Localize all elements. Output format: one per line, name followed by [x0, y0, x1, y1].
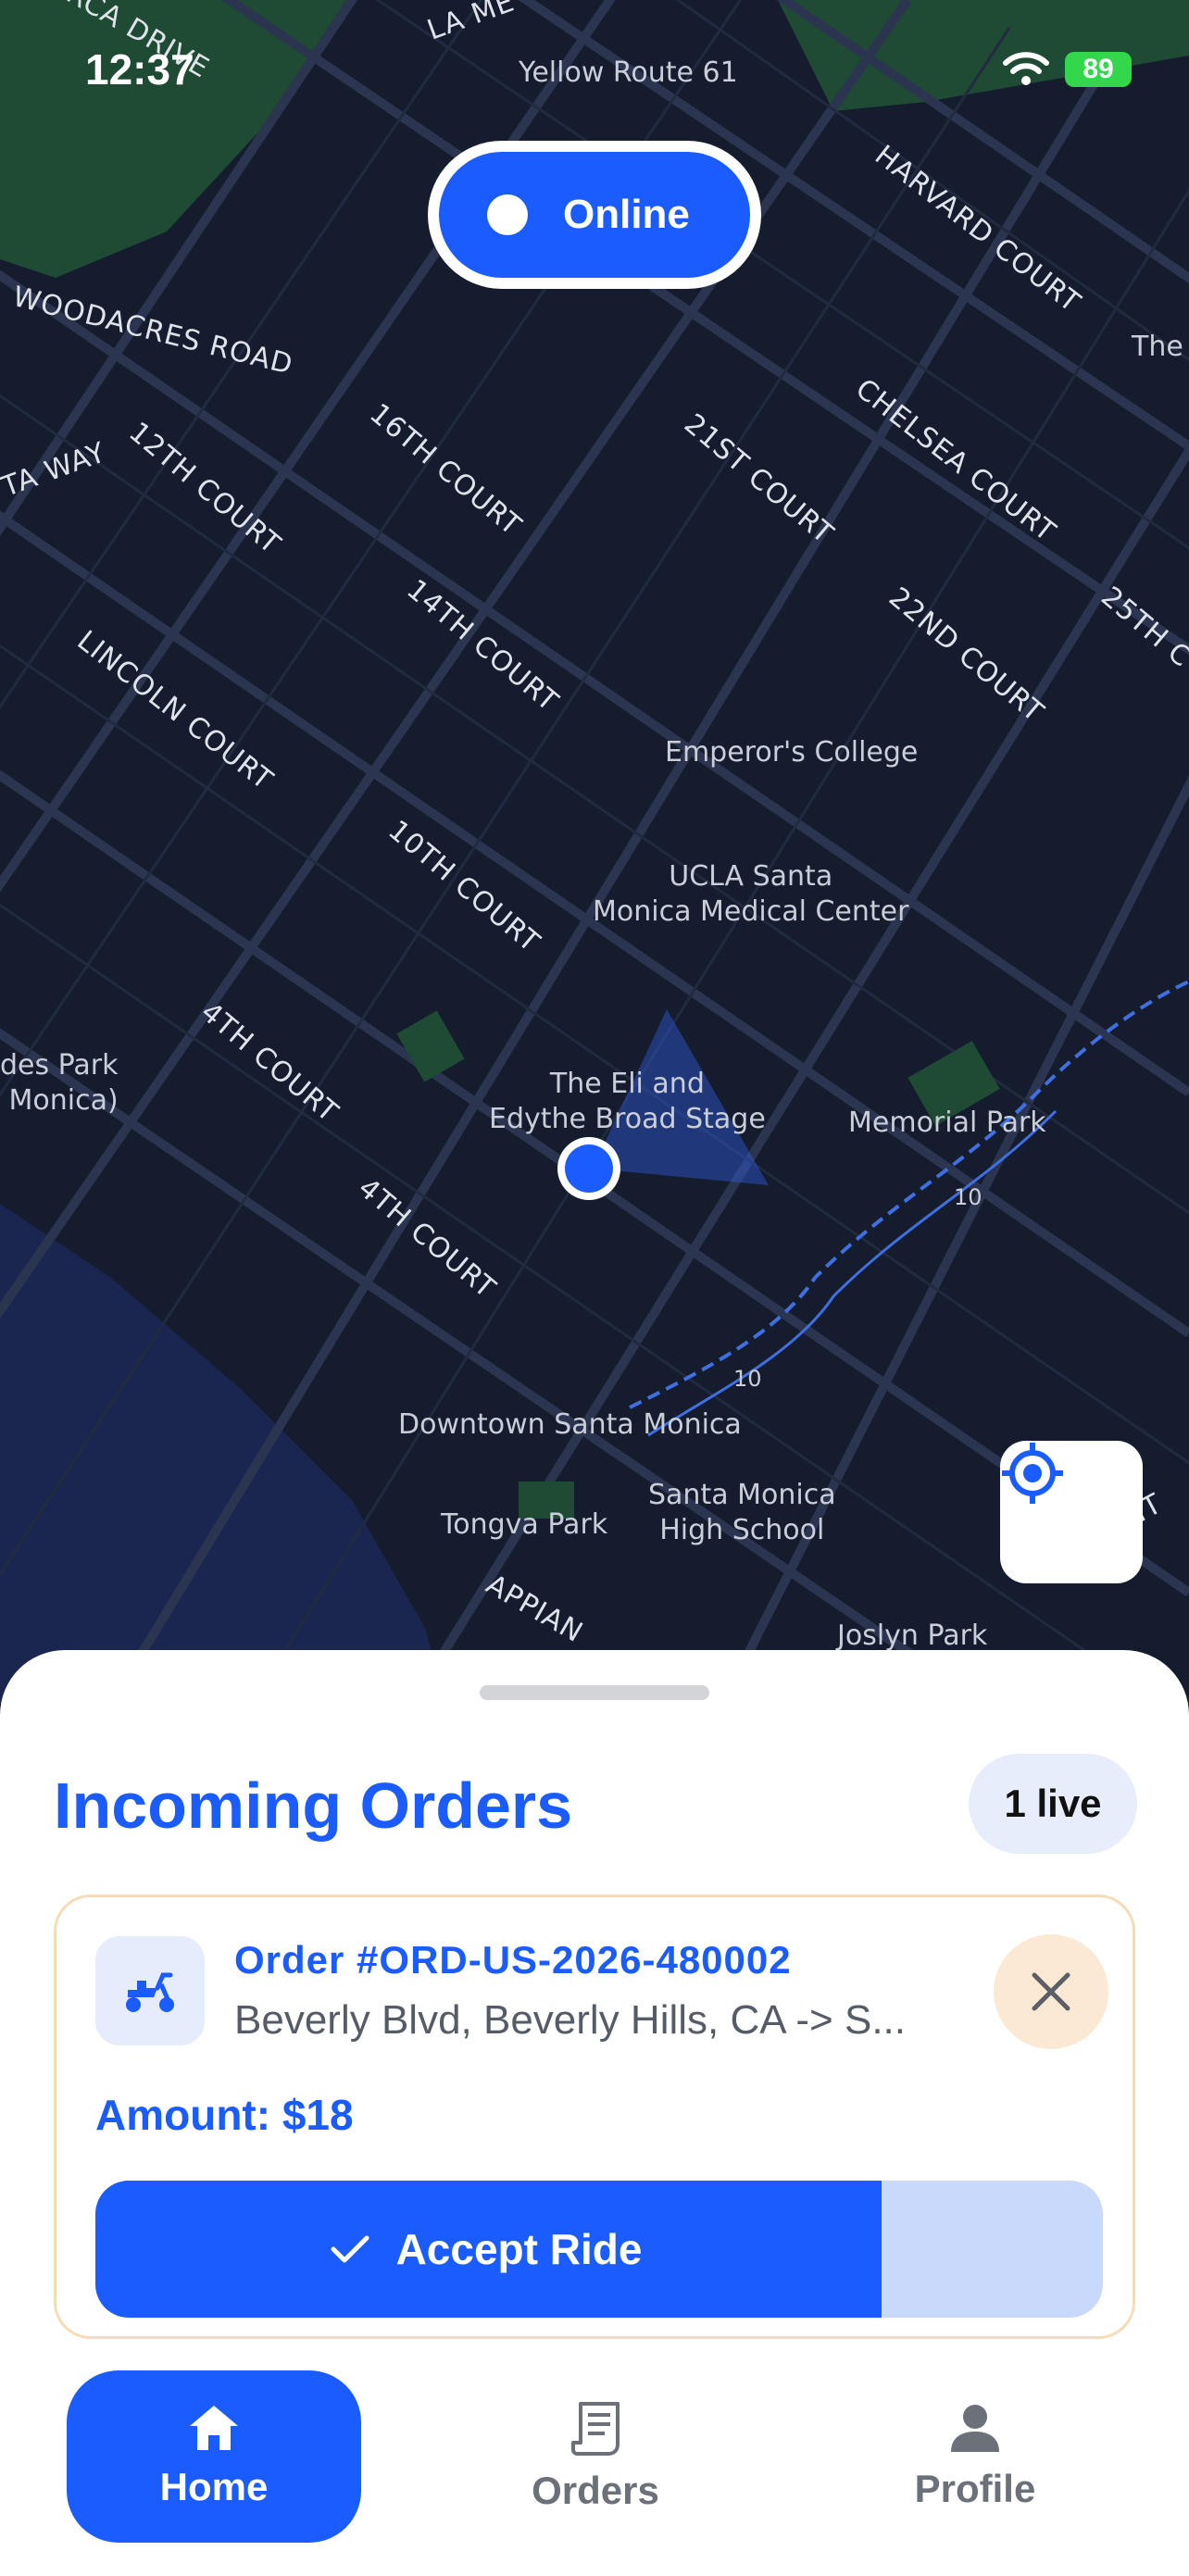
poi-label: Emperor's College [665, 736, 919, 769]
crosshair-icon [1002, 1443, 1063, 1504]
online-toggle[interactable]: Online [428, 141, 761, 289]
tab-orders-label: Orders [532, 2469, 659, 2512]
online-toggle-pill[interactable]: Online [439, 152, 750, 278]
battery-indicator: 89 [1065, 52, 1132, 87]
status-time: 12:37 [85, 45, 194, 94]
accept-ride-content: Accept Ride [95, 2181, 876, 2318]
accept-ride-label: Accept Ride [395, 2225, 643, 2273]
order-amount: Amount: $18 [95, 2091, 354, 2139]
sheet-title: Incoming Orders [54, 1769, 573, 1842]
home-icon [190, 2406, 238, 2450]
poi-label: des Park Monica) [0, 1049, 119, 1117]
bottom-tab-bar: Home Orders Profile [0, 2343, 1189, 2572]
person-icon [951, 2405, 999, 2452]
sheet-drag-handle[interactable] [480, 1685, 709, 1700]
status-bar: 12:37 89 [0, 0, 1189, 139]
tab-profile[interactable]: Profile [828, 2370, 1122, 2543]
live-count-badge: 1 live [969, 1754, 1137, 1854]
receipt-icon [571, 2402, 620, 2456]
poi-label: Tongva Park [441, 1508, 608, 1541]
accept-ride-slider[interactable]: Accept Ride [95, 2181, 1103, 2318]
tab-profile-label: Profile [914, 2467, 1036, 2510]
wifi-icon [1003, 52, 1049, 85]
checkmark-icon [331, 2235, 369, 2263]
poi-label: UCLA Santa Monica Medical Center [593, 860, 909, 928]
online-toggle-label: Online [563, 192, 690, 237]
current-location-marker [557, 1137, 620, 1200]
tab-home[interactable]: Home [67, 2370, 361, 2543]
vehicle-type-tile [95, 1936, 205, 2045]
route-number: 10 [954, 1184, 982, 1210]
recenter-location-button[interactable] [1000, 1441, 1143, 1583]
order-card[interactable]: Order #ORD-US-2026-480002 Beverly Blvd, … [54, 1894, 1135, 2339]
poi-label: Joslyn Park [837, 1619, 988, 1652]
order-number: Order #ORD-US-2026-480002 [234, 1938, 792, 1982]
route-number: 10 [733, 1366, 762, 1392]
order-route: Beverly Blvd, Beverly Hills, CA -> S... [234, 1997, 906, 2043]
poi-label: The Eli and Edythe Broad Stage [489, 1068, 766, 1135]
poi-label: Downtown Santa Monica [398, 1408, 742, 1441]
scooter-icon [126, 1972, 174, 2012]
tab-home-label: Home [159, 2465, 269, 2508]
poi-label: Santa Monica High School [648, 1479, 836, 1546]
tab-orders[interactable]: Orders [448, 2370, 743, 2543]
close-icon [1032, 1972, 1070, 2011]
poi-label: The [1132, 331, 1183, 363]
dismiss-order-button[interactable] [994, 1934, 1108, 2049]
toggle-knob [487, 194, 528, 235]
poi-label: Memorial Park [848, 1107, 1046, 1139]
